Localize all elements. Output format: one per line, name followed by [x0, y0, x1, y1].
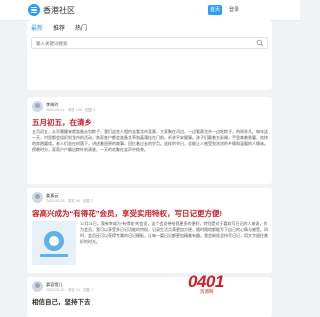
post-excerpt: 12月21日，我有幸成为“有得花”的会员，这个会员带给我更多的便利，特别是对于喜… — [80, 221, 268, 244]
login-link[interactable]: 登录 — [229, 5, 239, 15]
post-excerpt: 五月初五，从早晨醒来就准备去包粽子，我们这些人相约去看龙舟竞赛，大家聚在河边，一… — [32, 129, 268, 152]
post-title[interactable]: 五月初五，在清乡 — [32, 117, 92, 128]
avatar[interactable] — [32, 281, 43, 292]
avatar[interactable] — [32, 101, 43, 112]
search-input[interactable] — [36, 38, 236, 48]
home-button[interactable]: 首页 — [208, 5, 222, 15]
site-name[interactable]: 香港社区 — [43, 5, 75, 16]
filter-panel: 最新 推荐 热门 — [27, 20, 272, 90]
site-logo-icon[interactable] — [28, 4, 40, 16]
post-thumbnail[interactable] — [32, 221, 76, 265]
top-navigation-bar: 香港社区 首页 登录 — [0, 0, 300, 21]
watermark-caption: 资源网 — [200, 289, 214, 294]
post-meta: 2023-06-01 · 浏览 128 · 回复 3 — [46, 108, 96, 112]
post-title[interactable]: 相信自己，坚持下去 — [32, 296, 91, 306]
tab-recommended[interactable]: 推荐 — [53, 23, 65, 32]
post-card[interactable]: 慕容雪儿 2023-05-20 · 浏览 74 · 回复 1 相信自己，坚持下去 — [27, 277, 272, 317]
post-card[interactable]: 李晓玲 2023-06-01 · 浏览 128 · 回复 3 五月初五，在清乡 … — [27, 97, 272, 184]
post-card[interactable]: 姜素云 2023-05-28 · 浏览 96 · 回复 2 容高兴成为“有得花”… — [27, 188, 272, 273]
post-meta: 2023-05-28 · 浏览 96 · 回复 2 — [46, 199, 94, 203]
post-title[interactable]: 容高兴成为“有得花”会员，享受实用特权，写日记更方便! — [32, 208, 222, 219]
tab-latest[interactable]: 最新 — [31, 23, 43, 32]
search-icon[interactable] — [256, 39, 264, 47]
search-box — [31, 37, 268, 49]
tab-hot[interactable]: 热门 — [75, 23, 87, 32]
post-meta: 2023-05-20 · 浏览 74 · 回复 1 — [46, 288, 94, 292]
tab-bar: 最新 推荐 热门 — [31, 23, 87, 32]
avatar[interactable] — [32, 192, 43, 203]
